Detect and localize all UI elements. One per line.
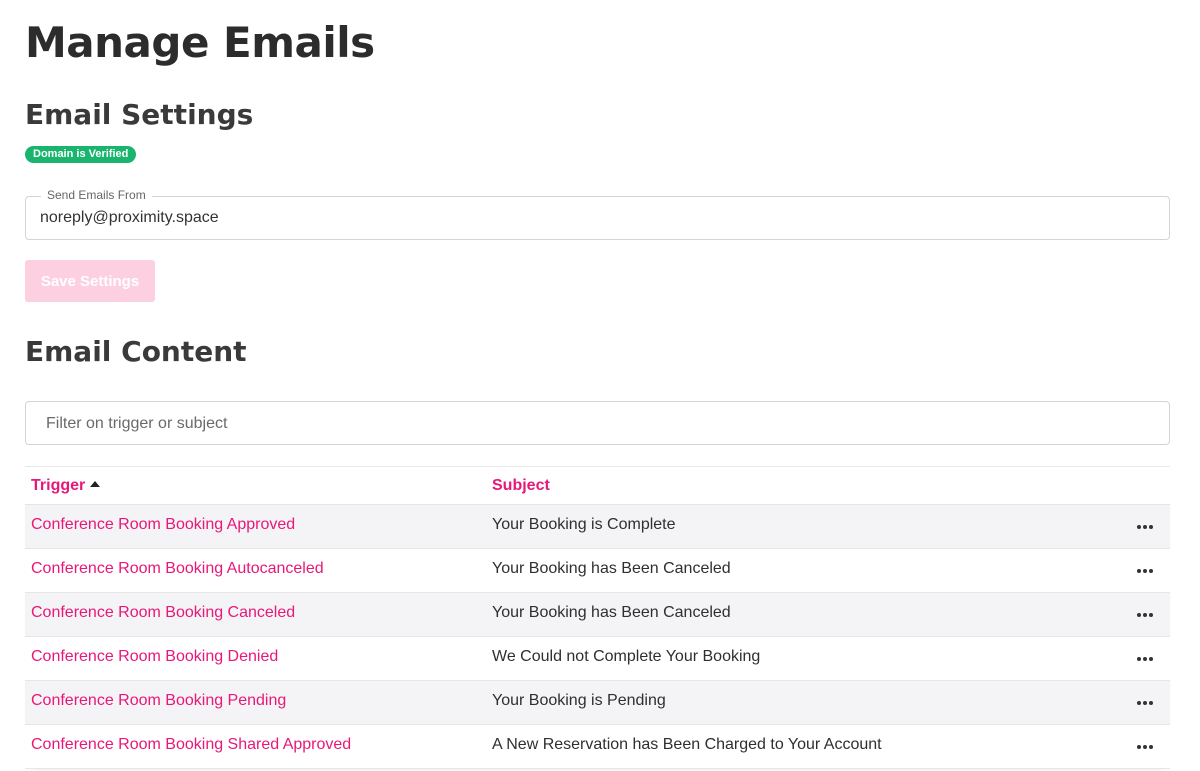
more-options-icon[interactable]: [1134, 519, 1156, 535]
more-options-icon[interactable]: [1134, 563, 1156, 579]
more-options-icon[interactable]: [1134, 739, 1156, 755]
table-row: Conference Room Booking Autocanceled You…: [25, 549, 1170, 593]
table-header: Trigger Subject: [25, 467, 1170, 505]
email-settings-title: Email Settings: [25, 98, 254, 131]
more-options-icon[interactable]: [1134, 607, 1156, 623]
send-emails-from-input[interactable]: [40, 205, 1150, 231]
save-settings-button[interactable]: Save Settings: [25, 260, 155, 302]
trigger-link[interactable]: Conference Room Booking Canceled: [31, 604, 295, 622]
send-emails-from-field: Send Emails From: [25, 188, 1170, 240]
table-row: Conference Room Booking Shared Approved …: [25, 725, 1170, 769]
domain-verified-badge: Domain is Verified: [25, 146, 137, 163]
subject-cell: Your Booking is Pending: [492, 692, 666, 709]
trigger-link[interactable]: Conference Room Booking Pending: [31, 692, 286, 710]
more-options-icon[interactable]: [1134, 695, 1156, 711]
filter-field: [25, 401, 1170, 445]
trigger-link[interactable]: Conference Room Booking Denied: [31, 648, 278, 666]
page-title: Manage Emails: [25, 18, 375, 67]
table-row: Conference Room Booking Canceled Your Bo…: [25, 593, 1170, 637]
subject-cell: Your Booking has Been Canceled: [492, 604, 731, 621]
send-emails-from-label: Send Emails From: [41, 188, 152, 202]
table-row: Conference Room Booking Pending Your Boo…: [25, 681, 1170, 725]
trigger-link[interactable]: Conference Room Booking Shared Approved: [31, 736, 351, 754]
manage-emails-page: Manage Emails Email Settings Domain is V…: [0, 0, 1200, 771]
filter-input[interactable]: [46, 411, 1146, 437]
email-content-title: Email Content: [25, 335, 247, 368]
table-row: Conference Room Booking Approved Your Bo…: [25, 505, 1170, 549]
email-content-table: Trigger Subject Conference Room Booking …: [25, 466, 1170, 769]
subject-cell: We Could not Complete Your Booking: [492, 648, 761, 665]
column-header-trigger[interactable]: Trigger: [31, 477, 101, 495]
subject-cell: Your Booking has Been Canceled: [492, 560, 731, 577]
sort-ascending-icon: [90, 481, 101, 487]
more-options-icon[interactable]: [1134, 651, 1156, 667]
subject-cell: Your Booking is Complete: [492, 516, 676, 533]
trigger-link[interactable]: Conference Room Booking Autocanceled: [31, 560, 324, 578]
table-row: Conference Room Booking Denied We Could …: [25, 637, 1170, 681]
column-header-subject[interactable]: Subject: [492, 477, 550, 495]
column-header-trigger-label: Trigger: [31, 477, 86, 494]
subject-cell: A New Reservation has Been Charged to Yo…: [492, 736, 882, 753]
trigger-link[interactable]: Conference Room Booking Approved: [31, 516, 295, 534]
